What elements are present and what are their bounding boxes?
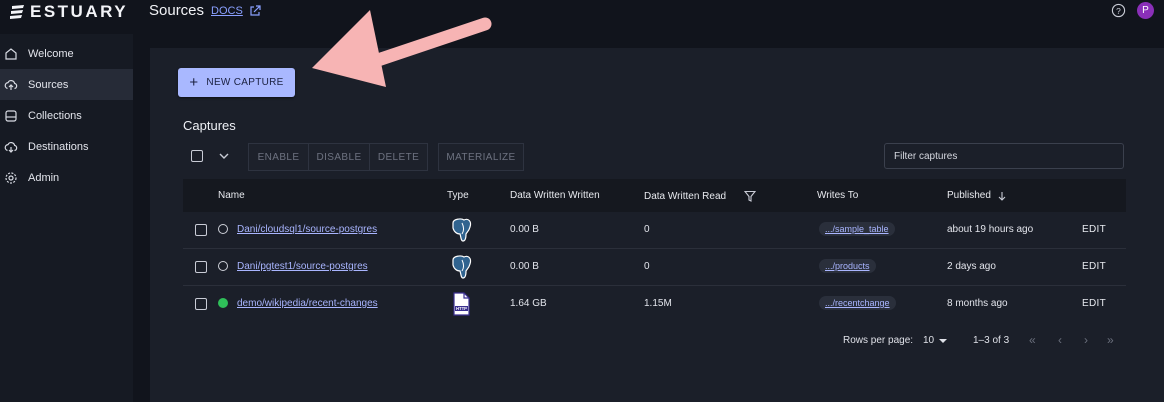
writes-to-link[interactable]: .../recentchange	[819, 296, 896, 310]
annotation-arrow	[312, 10, 492, 87]
status-indicator	[218, 261, 228, 271]
status-indicator	[218, 298, 228, 308]
docs-link[interactable]: DOCS	[211, 5, 261, 17]
published-value: about 19 hours ago	[947, 224, 1034, 235]
row-checkbox[interactable]	[195, 261, 207, 273]
captures-table: Name Type Data Written Written Data Writ…	[183, 179, 1126, 358]
capture-name-link[interactable]: Dani/pgtest1/source-postgres	[237, 261, 368, 272]
chevron-down-icon[interactable]	[219, 151, 229, 161]
sidebar-item-label: Admin	[28, 171, 60, 184]
captures-title: Captures	[183, 118, 236, 133]
rows-per-page-select[interactable]: 10	[923, 335, 948, 346]
capture-name-link[interactable]: demo/wikipedia/recent-changes	[237, 298, 378, 309]
edit-button[interactable]: EDIT	[1082, 261, 1106, 272]
table-header: Name Type Data Written Written Data Writ…	[183, 179, 1126, 212]
rows-per-page-value: 10	[923, 335, 935, 346]
column-header-data-read[interactable]: Data Written Read	[644, 190, 757, 202]
column-header-name[interactable]: Name	[218, 190, 245, 201]
sidebar-item-label: Collections	[28, 109, 82, 122]
postgres-icon	[452, 255, 472, 279]
logo-text: ESTUARY	[30, 2, 129, 21]
external-link-icon	[250, 5, 261, 16]
status-indicator	[218, 224, 228, 234]
rows-per-page-label: Rows per page:	[843, 335, 914, 346]
logo[interactable]: ESTUARY	[10, 2, 128, 22]
column-header-published[interactable]: Published	[947, 190, 1007, 201]
enable-button[interactable]: ENABLE	[248, 143, 309, 171]
edit-button[interactable]: EDIT	[1082, 224, 1106, 235]
table-pagination: Rows per page: 10 1–3 of 3 « ‹ › »	[183, 322, 1126, 358]
published-value: 8 months ago	[947, 298, 1008, 309]
avatar[interactable]: P	[1137, 2, 1154, 19]
writes-to-link[interactable]: .../sample_table	[819, 222, 895, 236]
materialize-button[interactable]: MATERIALIZE	[438, 143, 524, 171]
row-checkbox[interactable]	[195, 224, 207, 236]
svg-text:HTTP: HTTP	[456, 306, 467, 311]
database-icon	[5, 109, 17, 122]
cloud-download-icon	[4, 141, 18, 153]
sidebar-item-admin[interactable]: Admin	[0, 162, 133, 193]
published-value: 2 days ago	[947, 261, 996, 272]
new-capture-button[interactable]: + NEW CAPTURE	[178, 68, 295, 97]
sidebar-item-collections[interactable]: Collections	[0, 100, 133, 131]
data-written-value: 1.64 GB	[510, 298, 547, 309]
data-read-value: 0	[644, 261, 650, 272]
table-row[interactable]: demo/wikipedia/recent-changes HTTP 1.64 …	[183, 286, 1126, 323]
sidebar-item-welcome[interactable]: Welcome	[0, 38, 133, 69]
writes-to-link[interactable]: .../products	[819, 259, 876, 273]
table-row[interactable]: Dani/pgtest1/source-postgres 0.00 B 0 ..…	[183, 249, 1126, 286]
row-checkbox[interactable]	[195, 298, 207, 310]
select-all-checkbox[interactable]	[191, 150, 203, 162]
data-read-value: 0	[644, 224, 650, 235]
column-header-data-written[interactable]: Data Written Written	[510, 190, 600, 201]
sidebar-item-label: Sources	[28, 78, 69, 91]
postgres-icon	[452, 218, 472, 242]
previous-page-icon[interactable]: ‹	[1058, 333, 1062, 347]
new-capture-label: NEW CAPTURE	[206, 77, 284, 88]
disable-button[interactable]: DISABLE	[308, 143, 370, 171]
http-file-icon: HTTP	[453, 292, 470, 316]
column-header-type[interactable]: Type	[447, 190, 469, 201]
first-page-icon[interactable]: «	[1029, 333, 1036, 347]
gear-icon	[5, 171, 17, 184]
column-header-label: Published	[947, 190, 991, 201]
data-written-value: 0.00 B	[510, 224, 539, 235]
capture-name-link[interactable]: Dani/cloudsql1/source-postgres	[237, 224, 377, 235]
page-title: Sources	[149, 2, 205, 19]
table-row[interactable]: Dani/cloudsql1/source-postgres 0.00 B 0 …	[183, 212, 1126, 249]
data-written-value: 0.00 B	[510, 261, 539, 272]
data-read-value: 1.15M	[644, 298, 672, 309]
delete-button[interactable]: DELETE	[369, 143, 428, 171]
column-header-writes-to[interactable]: Writes To	[817, 190, 858, 201]
help-icon[interactable]: ?	[1111, 3, 1126, 18]
cloud-upload-icon	[4, 79, 18, 90]
docs-label: DOCS	[211, 5, 243, 17]
home-icon	[5, 47, 17, 60]
column-header-label: Data Written Read	[644, 190, 727, 202]
top-bar: ESTUARY Sources DOCS ? P	[0, 0, 1164, 34]
estuary-logo-icon	[10, 5, 24, 19]
plus-icon: +	[189, 74, 199, 91]
next-page-icon[interactable]: ›	[1084, 333, 1088, 347]
caret-down-icon	[939, 338, 948, 343]
filter-icon[interactable]	[744, 190, 757, 202]
last-page-icon[interactable]: »	[1107, 333, 1114, 347]
sidebar-item-label: Destinations	[28, 140, 89, 153]
sidebar-item-destinations[interactable]: Destinations	[0, 131, 133, 162]
pagination-range: 1–3 of 3	[973, 335, 1010, 346]
svg-text:?: ?	[1116, 6, 1121, 16]
arrow-down-icon	[998, 191, 1006, 201]
sidebar-item-sources[interactable]: Sources	[0, 69, 133, 100]
edit-button[interactable]: EDIT	[1082, 298, 1106, 309]
sidebar: Welcome Sources Collections Destinations…	[0, 34, 133, 402]
filter-captures-input[interactable]: Filter captures	[884, 143, 1124, 169]
sidebar-item-label: Welcome	[28, 47, 74, 60]
